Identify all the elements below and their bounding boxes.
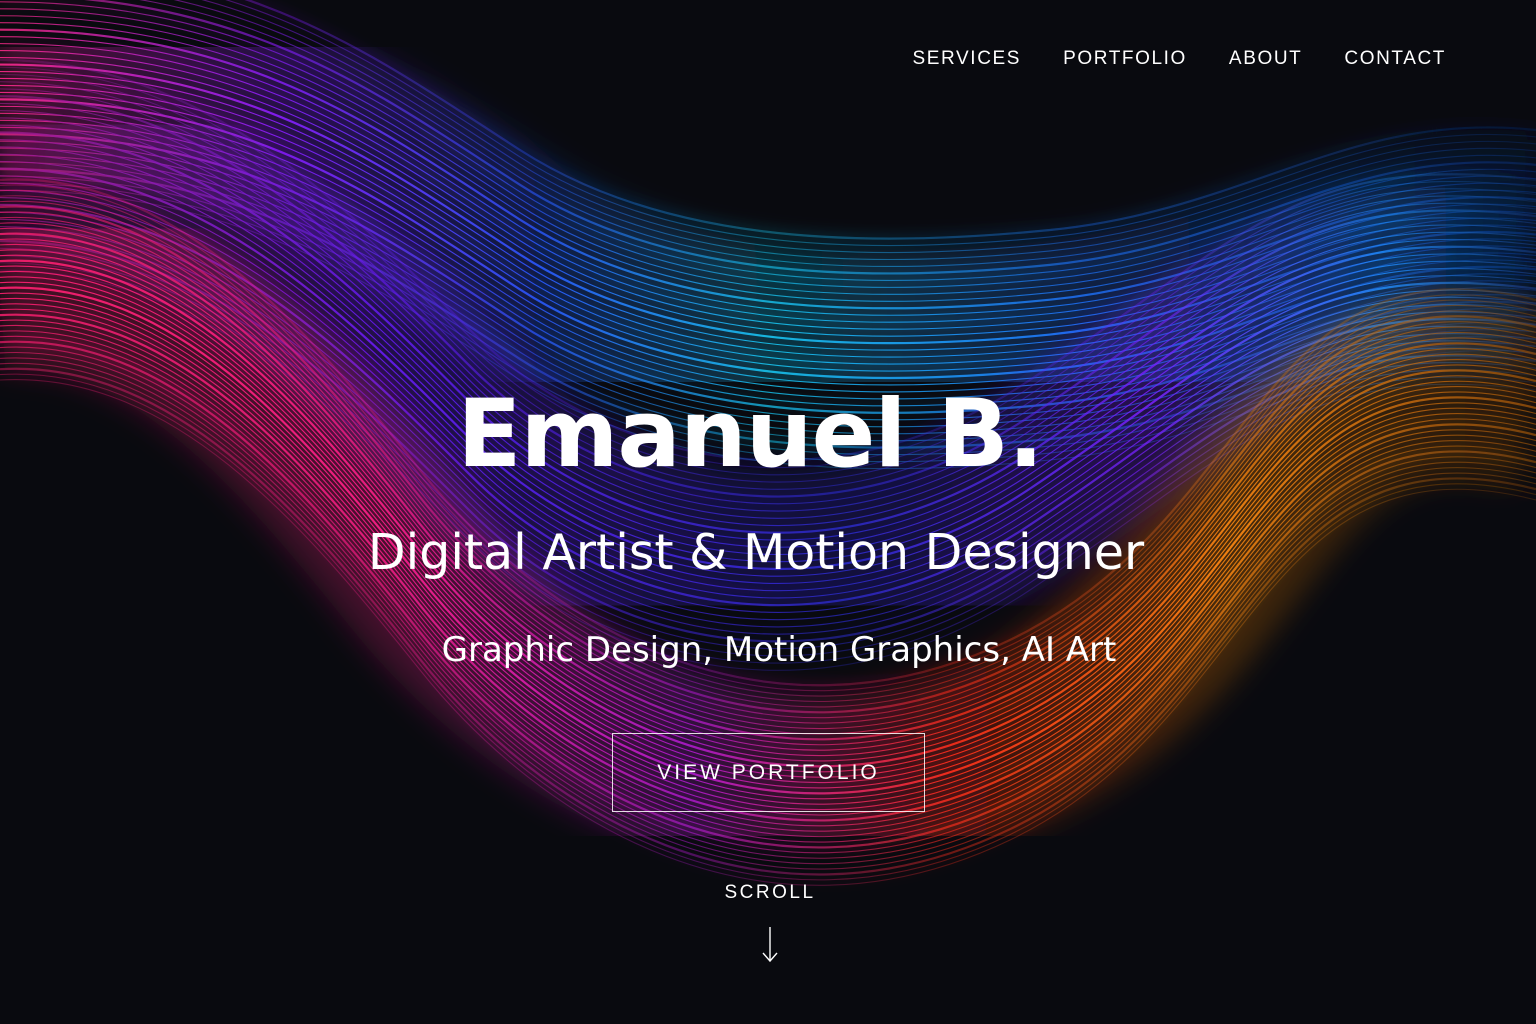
hero-role-subtitle: Digital Artist & Motion Designer (367, 524, 1145, 581)
scroll-label: SCROLL (724, 882, 816, 903)
nav-contact-link[interactable]: CONTACT (1344, 48, 1446, 70)
nav-portfolio-link[interactable]: PORTFOLIO (1063, 48, 1187, 70)
hero-name-heading: Emanuel B. (457, 380, 1044, 489)
view-portfolio-button[interactable]: VIEW PORTFOLIO (612, 733, 925, 812)
arrow-down-icon (762, 927, 778, 963)
ribbon-wave-background (0, 0, 1536, 886)
nav-about-link[interactable]: ABOUT (1229, 48, 1302, 70)
hero-skills-line: Graphic Design, Motion Graphics, AI Art (441, 630, 1117, 670)
scroll-indicator[interactable]: SCROLL (670, 882, 870, 964)
top-navigation: SERVICES PORTFOLIO ABOUT CONTACT (913, 48, 1446, 70)
landing-page: SERVICES PORTFOLIO ABOUT CONTACT Emanuel… (0, 0, 1536, 1024)
nav-services-link[interactable]: SERVICES (913, 48, 1022, 70)
